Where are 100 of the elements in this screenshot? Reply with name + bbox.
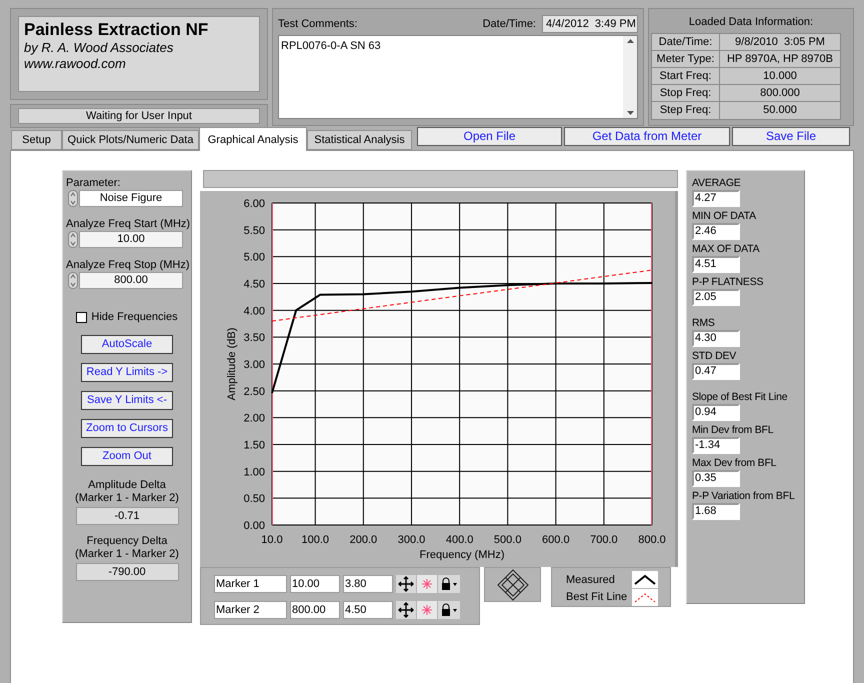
y-tick-label: 1.00 [244, 466, 265, 478]
x-tick-label: 500.0 [494, 534, 522, 546]
y-tick-label: 1.50 [244, 440, 265, 452]
cursor-y-field[interactable]: 4.50 [343, 601, 393, 619]
data-value: 9/8/2010 3:05 PM [720, 34, 840, 50]
y-axis-title: Amplitude (dB) [226, 328, 238, 400]
cursor-x-field[interactable]: 10.00 [290, 575, 340, 593]
x-tick-label: 800.0 [638, 534, 666, 546]
loaded-data-title: Loaded Data Information: [688, 15, 814, 30]
stat-value: 4.51 [692, 256, 740, 273]
stat-value: 0.94 [692, 404, 740, 421]
x-tick-label: 200.0 [350, 534, 378, 546]
x-tick-label: 100.0 [302, 534, 330, 546]
data-value: 50.000 [720, 102, 840, 119]
comments-text: RPL0076-0-A SN 63 [280, 39, 382, 54]
value-field[interactable]: 800.00 [79, 272, 183, 289]
data-label: Start Freq: [652, 68, 720, 84]
delta-label: Amplitude Delta [88, 478, 166, 492]
stat-value: 1.68 [692, 503, 740, 520]
tab[interactable]: Statistical Analysis [307, 130, 412, 150]
data-label: Stop Freq: [652, 85, 720, 101]
data-label: Meter Type: [652, 51, 720, 67]
data-label: Step Freq: [652, 102, 720, 119]
delta-value: -790.00 [76, 562, 178, 580]
stat-label: AVERAGE [692, 176, 741, 190]
lock-icon[interactable] [438, 575, 460, 593]
datetime-label: Date/Time: [482, 16, 536, 32]
tab[interactable]: Graphical Analysis [199, 127, 307, 151]
checkbox-label: Hide Frequencies [91, 310, 178, 325]
hide-frequencies-checkbox[interactable] [76, 312, 88, 323]
action-button[interactable]: Save Y Limits <- [81, 390, 173, 410]
field-label: Analyze Freq Start (MHz) [66, 217, 191, 231]
action-button[interactable]: Zoom to Cursors [81, 418, 173, 438]
tab[interactable]: Quick Plots/Numeric Data [62, 130, 199, 150]
data-value: HP 8970A, HP 8970B [720, 51, 840, 67]
stat-value: -1.34 [692, 437, 740, 454]
action-button[interactable]: Read Y Limits -> [81, 362, 173, 382]
scrollbar[interactable] [623, 36, 637, 118]
y-tick-label: 5.50 [244, 224, 265, 237]
x-tick-label: 300.0 [398, 534, 426, 546]
stat-label: MAX OF DATA [692, 242, 760, 256]
y-tick-label: 5.00 [244, 252, 265, 264]
y-tick-label: 2.50 [244, 386, 265, 398]
legend-swatch [632, 571, 658, 588]
lock-icon[interactable] [438, 601, 460, 619]
delta-sublabel: (Marker 1 - Marker 2) [75, 492, 179, 504]
stat-value: 4.27 [692, 190, 740, 207]
datetime-field: 4/4/2012 3:49 PM [542, 14, 638, 34]
data-label: Date/Time: [652, 34, 720, 50]
y-tick-label: 4.00 [244, 305, 265, 318]
stat-label: Max Dev from BFL [692, 456, 776, 470]
comments-field[interactable]: RPL0076-0-A SN 63 [278, 35, 638, 119]
stat-label: RMS [692, 316, 715, 330]
spinner-icon[interactable] [68, 272, 78, 289]
x-tick-label: 700.0 [590, 534, 618, 546]
y-tick-label: 3.00 [244, 359, 265, 371]
stat-label: P-P Variation from BFL [692, 489, 795, 503]
y-tick-label: 2.00 [244, 412, 265, 425]
cursor-x-field[interactable]: 800.00 [290, 601, 340, 619]
spinner-icon[interactable] [68, 231, 78, 248]
scroll-down-icon[interactable] [626, 111, 634, 115]
legend-label: Best Fit Line [566, 590, 628, 605]
delta-label: Frequency Delta [86, 534, 168, 548]
value-field[interactable]: 10.00 [79, 231, 183, 248]
delta-sublabel: (Marker 1 - Marker 2) [75, 548, 179, 560]
data-value: 800.000 [720, 85, 840, 101]
field-label: Analyze Freq Stop (MHz) [66, 258, 190, 272]
comments-label: Test Comments: [278, 16, 358, 32]
y-tick-label: 4.50 [244, 278, 265, 290]
spinner-icon[interactable] [68, 190, 78, 207]
stat-value: 2.46 [692, 223, 740, 240]
stat-label: MIN OF DATA [692, 209, 756, 223]
cursor-y-field[interactable]: 3.80 [343, 575, 393, 593]
app-title: Painless Extraction NF [24, 20, 210, 40]
y-tick-label: 0.00 [244, 520, 265, 532]
website-text: www.rawood.com [24, 56, 127, 72]
data-value: 10.000 [720, 68, 840, 84]
move-icon[interactable] [396, 601, 416, 619]
toolbar-button[interactable]: Get Data from Meter [564, 127, 730, 146]
action-button[interactable]: Zoom Out [81, 446, 173, 466]
stat-value: 0.35 [692, 470, 740, 487]
y-tick-label: 6.00 [244, 198, 265, 210]
x-tick-label: 10.0 [261, 534, 283, 546]
stat-value: 4.30 [692, 330, 740, 347]
status-indicator: Waiting for User Input [18, 108, 260, 124]
stat-value: 2.05 [692, 289, 740, 306]
toolbar-button[interactable]: Save File [732, 127, 850, 146]
tab[interactable]: Setup [11, 130, 62, 150]
move-icon[interactable] [396, 575, 416, 593]
y-tick-label: 3.50 [244, 332, 265, 344]
action-button[interactable]: AutoScale [81, 334, 173, 354]
stat-label: STD DEV [692, 349, 736, 363]
navigation-icon[interactable] [496, 568, 528, 600]
value-field[interactable]: Noise Figure [79, 190, 183, 207]
company-name: by R. A. Wood Associates [24, 40, 174, 56]
scroll-up-icon[interactable] [626, 39, 634, 43]
cursor-name-field[interactable]: Marker 1 [214, 575, 287, 593]
cursor-name-field[interactable]: Marker 2 [214, 601, 287, 619]
toolbar-button[interactable]: Open File [417, 127, 562, 146]
stat-label: Slope of Best Fit Line [692, 390, 788, 404]
